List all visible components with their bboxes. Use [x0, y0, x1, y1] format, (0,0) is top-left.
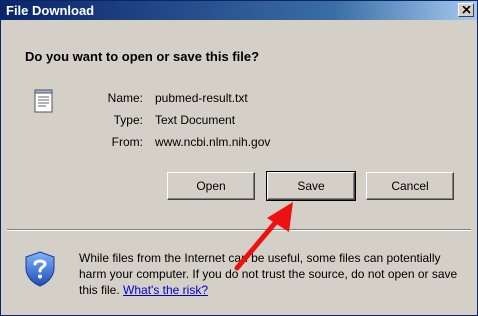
red-arrow-icon	[234, 202, 293, 271]
file-source-value: www.ncbi.nlm.nih.gov	[155, 135, 271, 149]
title-bar[interactable]: File Download	[1, 1, 477, 20]
file-type-value: Text Document	[155, 113, 236, 127]
shield-question-icon	[25, 251, 55, 287]
cancel-button[interactable]: Cancel	[366, 172, 454, 200]
file-name-value: pubmed-result.txt	[155, 91, 248, 105]
file-name-label: Name:	[107, 91, 143, 105]
dialog-title: File Download	[6, 3, 95, 18]
whats-the-risk-link[interactable]: What's the risk?	[123, 283, 208, 297]
file-source-label: From:	[111, 135, 143, 149]
file-type-label: Type:	[113, 113, 143, 127]
file-download-dialog: File Download Do you want to open or sav…	[0, 0, 478, 316]
dialog-question: Do you want to open or save this file?	[25, 49, 260, 64]
close-icon	[462, 6, 471, 14]
close-button[interactable]	[458, 3, 474, 17]
